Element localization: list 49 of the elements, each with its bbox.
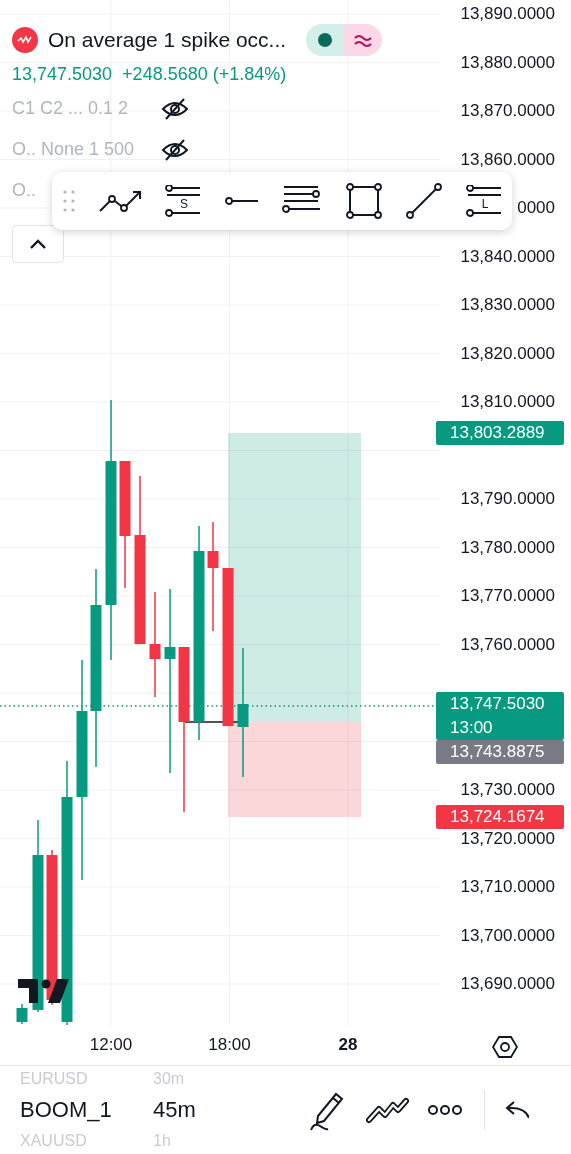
grip-icon[interactable] bbox=[62, 189, 76, 213]
price-label: 13,880.0000 bbox=[460, 51, 555, 74]
entry-price-tag: 13,743.8875 bbox=[436, 740, 564, 764]
price-label: 13,710.0000 bbox=[460, 876, 555, 898]
time-label: 18:00 bbox=[208, 1035, 251, 1055]
price-label: 13,720.0000 bbox=[460, 827, 555, 850]
eye-off-icon[interactable] bbox=[160, 96, 190, 121]
line-segment-icon[interactable] bbox=[405, 182, 444, 220]
wave-icon bbox=[353, 33, 374, 47]
more-icon[interactable] bbox=[428, 1103, 462, 1117]
price-label: 13,840.0000 bbox=[460, 245, 555, 268]
time-label: 28 bbox=[338, 1035, 358, 1055]
price-label: 13,830.0000 bbox=[460, 294, 555, 316]
last-price: 13,747.5030 bbox=[12, 63, 113, 85]
price-label: 13,700.0000 bbox=[460, 924, 555, 947]
price-label: 13,770.0000 bbox=[460, 585, 555, 607]
price-change: +248.5680 (+1.84%) bbox=[122, 63, 287, 85]
spike-icon bbox=[12, 27, 38, 53]
price-label: 13,890.0000 bbox=[460, 3, 555, 25]
chevron-up-icon bbox=[28, 238, 48, 250]
price-label: 13,820.0000 bbox=[460, 342, 555, 365]
time-label: 12:00 bbox=[89, 1035, 133, 1055]
stop-price-tag: 13,724.1674 bbox=[436, 805, 564, 829]
price-label: 13,780.0000 bbox=[460, 536, 555, 559]
price-label: 13,870.0000 bbox=[460, 100, 555, 122]
indicator-label[interactable]: C1 C2 ... 0.1 2 bbox=[12, 98, 129, 119]
collapse-button[interactable] bbox=[12, 225, 64, 263]
indicator-label[interactable]: O.. bbox=[12, 180, 36, 201]
eye-off-icon[interactable] bbox=[160, 137, 190, 162]
price-label: 13,760.0000 bbox=[460, 633, 555, 656]
price-label: 13,730.0000 bbox=[460, 779, 555, 801]
logo-icon bbox=[18, 979, 69, 1003]
status-toggle[interactable] bbox=[306, 24, 383, 56]
price-label: 13,860.0000 bbox=[460, 148, 555, 171]
target-price-tag: 13,803.2889 bbox=[436, 421, 564, 445]
price-label: 13,790.0000 bbox=[460, 488, 555, 510]
rectangle-icon[interactable] bbox=[344, 182, 383, 220]
dot-icon bbox=[318, 33, 333, 47]
price-label: 13,810.0000 bbox=[460, 391, 555, 413]
price-label: 0000 bbox=[517, 197, 555, 219]
candle bbox=[16, 1003, 28, 1025]
zigzag-icon[interactable] bbox=[366, 1095, 410, 1125]
symbol-option[interactable]: BOOM_1 bbox=[20, 1097, 153, 1123]
settings-icon[interactable] bbox=[492, 1034, 518, 1060]
indicator-label[interactable]: O.. None 1 500 bbox=[12, 139, 135, 160]
last-price-tag: 13,747.5030 13:00 bbox=[436, 692, 564, 740]
interval-option[interactable]: 45m bbox=[153, 1097, 196, 1123]
chart-title: On average 1 spike occ... bbox=[48, 28, 287, 52]
price-label: 13,690.0000 bbox=[460, 973, 555, 995]
